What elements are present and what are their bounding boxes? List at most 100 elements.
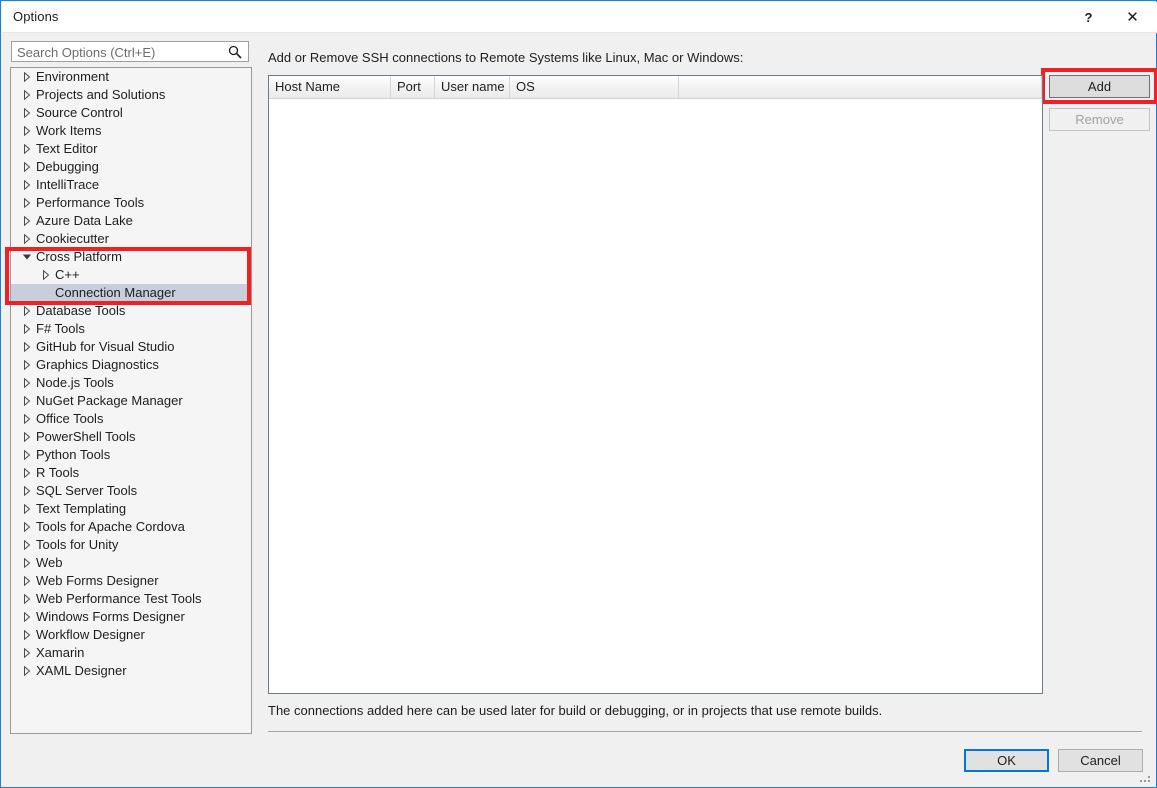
tree-item[interactable]: Node.js Tools [11,374,251,392]
tree-item[interactable]: IntelliTrace [11,176,251,194]
tree-item[interactable]: Xamarin [11,644,251,662]
tree-item[interactable]: Text Editor [11,140,251,158]
search-icon[interactable] [226,43,244,61]
tree-item-label: Environment [36,68,109,86]
search-box[interactable] [11,41,249,62]
tree-item-label: Database Tools [36,302,125,320]
tree-item[interactable]: Windows Forms Designer [11,608,251,626]
chevron-right-icon[interactable] [20,86,34,104]
tree-item-label: R Tools [36,464,79,482]
chevron-right-icon[interactable] [20,212,34,230]
tree-item[interactable]: C++ [11,266,251,284]
tree-item[interactable]: Debugging [11,158,251,176]
tree-item-label: Tools for Unity [36,536,118,554]
column-header[interactable]: Port [391,76,435,98]
chevron-right-icon[interactable] [20,590,34,608]
tree-item[interactable]: Performance Tools [11,194,251,212]
tree-item[interactable]: Projects and Solutions [11,86,251,104]
tree-item[interactable]: Tools for Apache Cordova [11,518,251,536]
tree-item[interactable]: XAML Designer [11,662,251,680]
column-header[interactable]: User name [435,76,510,98]
connections-table[interactable]: Host NamePortUser nameOS [268,75,1043,694]
tree-item[interactable]: GitHub for Visual Studio [11,338,251,356]
chevron-right-icon[interactable] [20,320,34,338]
chevron-right-icon[interactable] [20,140,34,158]
resize-grip[interactable] [1140,772,1152,784]
chevron-right-icon[interactable] [20,176,34,194]
ok-button[interactable]: OK [964,749,1049,772]
tree-item-label: Graphics Diagnostics [36,356,159,374]
tree-item[interactable]: Workflow Designer [11,626,251,644]
chevron-right-icon[interactable] [20,554,34,572]
chevron-right-icon[interactable] [20,536,34,554]
chevron-right-icon[interactable] [20,518,34,536]
tree-item[interactable]: Database Tools [11,302,251,320]
cancel-button[interactable]: Cancel [1058,749,1143,772]
tree-item[interactable]: Tools for Unity [11,536,251,554]
chevron-down-icon[interactable] [20,248,34,266]
chevron-right-icon[interactable] [20,374,34,392]
tree-item[interactable]: Text Templating [11,500,251,518]
tree-item-label: Debugging [36,158,99,176]
tree-item-label: Web Performance Test Tools [36,590,201,608]
tree-item[interactable]: SQL Server Tools [11,482,251,500]
chevron-right-icon[interactable] [20,644,34,662]
tree-item-label: Connection Manager [55,284,176,302]
options-category-tree[interactable]: EnvironmentProjects and SolutionsSource … [10,67,252,734]
chevron-right-icon[interactable] [20,608,34,626]
tree-item[interactable]: Azure Data Lake [11,212,251,230]
chevron-right-icon[interactable] [20,392,34,410]
search-input[interactable] [17,44,217,61]
chevron-right-icon[interactable] [20,410,34,428]
tree-item-label: Cookiecutter [36,230,109,248]
tree-item[interactable]: Cross Platform [11,248,251,266]
tree-item-label: C++ [55,266,80,284]
column-header[interactable]: Host Name [269,76,391,98]
tree-item-label: F# Tools [36,320,85,338]
tree-item[interactable]: Graphics Diagnostics [11,356,251,374]
chevron-right-icon[interactable] [20,446,34,464]
tree-item-label: SQL Server Tools [36,482,137,500]
chevron-right-icon[interactable] [20,428,34,446]
column-header[interactable]: OS [510,76,679,98]
chevron-right-icon[interactable] [20,122,34,140]
tree-item[interactable]: Web [11,554,251,572]
tree-item[interactable]: Office Tools [11,410,251,428]
chevron-right-icon[interactable] [20,104,34,122]
chevron-right-icon[interactable] [20,500,34,518]
chevron-right-icon[interactable] [20,194,34,212]
chevron-right-icon[interactable] [20,158,34,176]
chevron-right-icon[interactable] [20,482,34,500]
tree-item[interactable]: Web Forms Designer [11,572,251,590]
table-header-row: Host NamePortUser nameOS [269,76,1042,99]
tree-item[interactable]: Environment [11,68,251,86]
close-icon[interactable]: ✕ [1110,3,1155,31]
tree-item[interactable]: Web Performance Test Tools [11,590,251,608]
chevron-right-icon[interactable] [39,266,53,284]
tree-item-label: Text Templating [36,500,126,518]
chevron-right-icon[interactable] [20,626,34,644]
table-body[interactable] [269,99,1042,693]
chevron-right-icon[interactable] [20,338,34,356]
chevron-right-icon[interactable] [20,464,34,482]
tree-item[interactable]: Source Control [11,104,251,122]
chevron-right-icon[interactable] [20,356,34,374]
tree-item[interactable]: Python Tools [11,446,251,464]
tree-item[interactable]: PowerShell Tools [11,428,251,446]
chevron-right-icon[interactable] [20,68,34,86]
column-header[interactable] [679,76,1042,98]
tree-item[interactable]: NuGet Package Manager [11,392,251,410]
chevron-right-icon[interactable] [20,572,34,590]
add-button[interactable]: Add [1049,75,1150,98]
tree-item[interactable]: Work Items [11,122,251,140]
tree-item[interactable]: F# Tools [11,320,251,338]
chevron-right-icon[interactable] [20,662,34,680]
chevron-right-icon[interactable] [20,302,34,320]
tree-item[interactable]: Connection Manager [11,284,251,302]
chevron-right-icon[interactable] [20,230,34,248]
tree-item-label: Web Forms Designer [36,572,159,590]
tree-item[interactable]: Cookiecutter [11,230,251,248]
tree-item-label: GitHub for Visual Studio [36,338,175,356]
tree-item[interactable]: R Tools [11,464,251,482]
help-icon[interactable]: ? [1066,3,1111,31]
